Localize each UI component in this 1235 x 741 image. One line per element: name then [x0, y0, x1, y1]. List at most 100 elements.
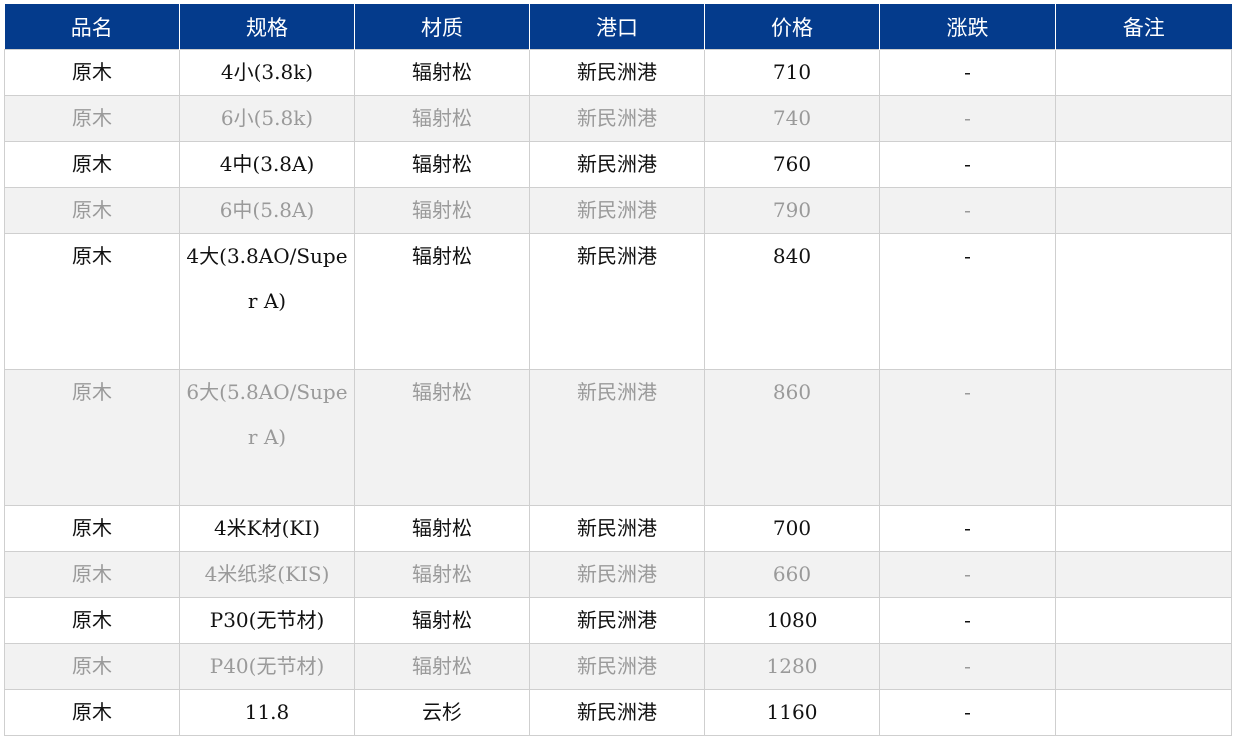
cell-price: 1080	[704, 597, 880, 644]
cell-change: -	[879, 187, 1056, 234]
cell-material: 辐射松	[354, 187, 530, 234]
cell-specification: 4米纸浆(KIS)	[179, 551, 355, 598]
cell-port: 新民洲港	[529, 597, 705, 644]
cell-price: 760	[704, 141, 880, 188]
cell-product-name: 原木	[4, 689, 180, 736]
cell-port: 新民洲港	[529, 233, 705, 370]
cell-specification: 4大(3.8AO/Super A)	[179, 233, 355, 370]
cell-port: 新民洲港	[529, 369, 705, 506]
cell-remarks	[1055, 369, 1232, 506]
cell-material: 辐射松	[354, 597, 530, 644]
cell-price: 700	[704, 505, 880, 552]
cell-material: 辐射松	[354, 369, 530, 506]
cell-price: 740	[704, 95, 880, 142]
header-price: 价格	[704, 4, 880, 50]
cell-specification: 11.8	[179, 689, 355, 736]
cell-product-name: 原木	[4, 597, 180, 644]
cell-remarks	[1055, 643, 1232, 690]
cell-remarks	[1055, 597, 1232, 644]
cell-specification: 6小(5.8k)	[179, 95, 355, 142]
cell-port: 新民洲港	[529, 643, 705, 690]
header-change: 涨跌	[879, 4, 1056, 50]
cell-product-name: 原木	[4, 505, 180, 552]
cell-change: -	[879, 551, 1056, 598]
cell-port: 新民洲港	[529, 689, 705, 736]
cell-change: -	[879, 597, 1056, 644]
cell-product-name: 原木	[4, 233, 180, 370]
cell-price: 660	[704, 551, 880, 598]
cell-remarks	[1055, 505, 1232, 552]
table-header: 品名 规格 材质 港口 价格 涨跌 备注	[4, 4, 1232, 50]
table-row: 原木 4中(3.8A) 辐射松 新民洲港 760 -	[4, 141, 1232, 188]
cell-remarks	[1055, 689, 1232, 736]
header-specification: 规格	[179, 4, 355, 50]
cell-specification: 4米K材(KI)	[179, 505, 355, 552]
header-remarks: 备注	[1055, 4, 1232, 50]
cell-specification: 6中(5.8A)	[179, 187, 355, 234]
cell-specification: P40(无节材)	[179, 643, 355, 690]
table-row: 原木 6大(5.8AO/Super A) 辐射松 新民洲港 860 -	[4, 369, 1232, 506]
cell-remarks	[1055, 551, 1232, 598]
cell-remarks	[1055, 49, 1232, 96]
header-product-name: 品名	[4, 4, 180, 50]
cell-material: 云杉	[354, 689, 530, 736]
cell-remarks	[1055, 187, 1232, 234]
table-row: 原木 4米K材(KI) 辐射松 新民洲港 700 -	[4, 505, 1232, 552]
cell-remarks	[1055, 233, 1232, 370]
table-row: 原木 P40(无节材) 辐射松 新民洲港 1280 -	[4, 643, 1232, 690]
cell-specification: 4小(3.8k)	[179, 49, 355, 96]
table-row: 原木 6小(5.8k) 辐射松 新民洲港 740 -	[4, 95, 1232, 142]
cell-specification: 6大(5.8AO/Super A)	[179, 369, 355, 506]
table-row: 原木 6中(5.8A) 辐射松 新民洲港 790 -	[4, 187, 1232, 234]
cell-specification: P30(无节材)	[179, 597, 355, 644]
table-row: 原木 11.8 云杉 新民洲港 1160 -	[4, 689, 1232, 736]
header-port: 港口	[529, 4, 705, 50]
cell-price: 840	[704, 233, 880, 370]
price-table: 品名 规格 材质 港口 价格 涨跌 备注 原木 4小(3.8k) 辐射松 新民洲…	[4, 4, 1232, 736]
cell-material: 辐射松	[354, 505, 530, 552]
cell-change: -	[879, 369, 1056, 506]
cell-port: 新民洲港	[529, 95, 705, 142]
cell-price: 1160	[704, 689, 880, 736]
cell-specification: 4中(3.8A)	[179, 141, 355, 188]
header-material: 材质	[354, 4, 530, 50]
cell-product-name: 原木	[4, 95, 180, 142]
cell-port: 新民洲港	[529, 187, 705, 234]
cell-change: -	[879, 95, 1056, 142]
cell-remarks	[1055, 141, 1232, 188]
cell-port: 新民洲港	[529, 141, 705, 188]
cell-material: 辐射松	[354, 643, 530, 690]
cell-port: 新民洲港	[529, 49, 705, 96]
cell-port: 新民洲港	[529, 551, 705, 598]
table-row: 原木 P30(无节材) 辐射松 新民洲港 1080 -	[4, 597, 1232, 644]
cell-change: -	[879, 689, 1056, 736]
cell-product-name: 原木	[4, 551, 180, 598]
price-table-container: 品名 规格 材质 港口 价格 涨跌 备注 原木 4小(3.8k) 辐射松 新民洲…	[4, 4, 1232, 736]
cell-change: -	[879, 233, 1056, 370]
cell-product-name: 原木	[4, 643, 180, 690]
cell-change: -	[879, 505, 1056, 552]
cell-price: 1280	[704, 643, 880, 690]
cell-change: -	[879, 49, 1056, 96]
cell-change: -	[879, 643, 1056, 690]
cell-material: 辐射松	[354, 141, 530, 188]
table-row: 原木 4小(3.8k) 辐射松 新民洲港 710 -	[4, 49, 1232, 96]
cell-price: 710	[704, 49, 880, 96]
table-row: 原木 4米纸浆(KIS) 辐射松 新民洲港 660 -	[4, 551, 1232, 598]
cell-price: 790	[704, 187, 880, 234]
cell-material: 辐射松	[354, 551, 530, 598]
table-body: 原木 4小(3.8k) 辐射松 新民洲港 710 - 原木 6小(5.8k) 辐…	[4, 49, 1232, 736]
cell-material: 辐射松	[354, 233, 530, 370]
cell-product-name: 原木	[4, 49, 180, 96]
cell-change: -	[879, 141, 1056, 188]
cell-product-name: 原木	[4, 187, 180, 234]
cell-port: 新民洲港	[529, 505, 705, 552]
header-row: 品名 规格 材质 港口 价格 涨跌 备注	[4, 4, 1232, 50]
cell-material: 辐射松	[354, 49, 530, 96]
cell-material: 辐射松	[354, 95, 530, 142]
cell-remarks	[1055, 95, 1232, 142]
cell-product-name: 原木	[4, 369, 180, 506]
cell-price: 860	[704, 369, 880, 506]
table-row: 原木 4大(3.8AO/Super A) 辐射松 新民洲港 840 -	[4, 233, 1232, 370]
cell-product-name: 原木	[4, 141, 180, 188]
